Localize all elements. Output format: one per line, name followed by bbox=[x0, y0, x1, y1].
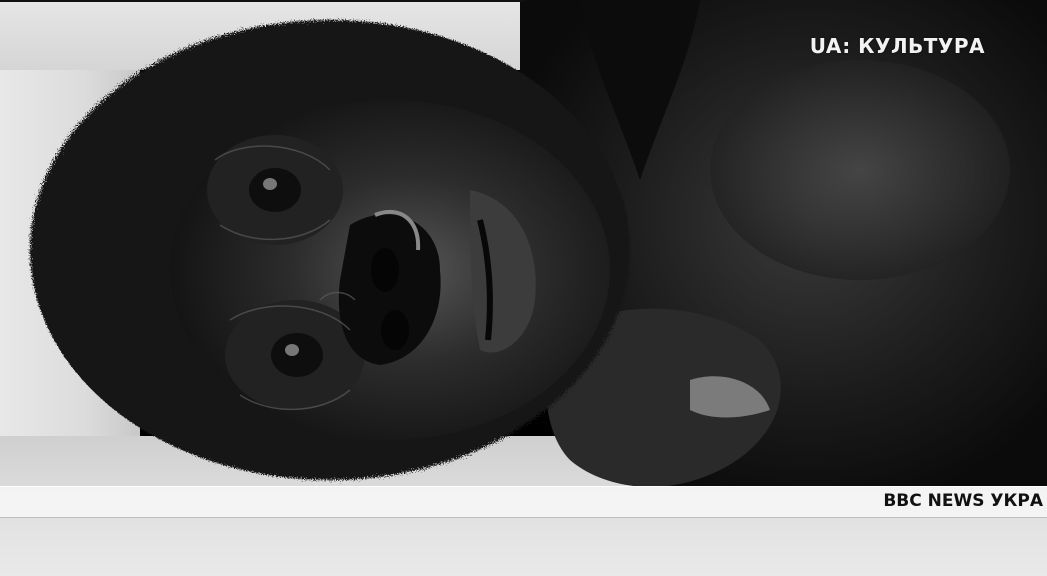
channel-logo: UA: КУЛЬТУРА bbox=[809, 34, 985, 58]
eye-lower-highlight bbox=[285, 344, 299, 356]
eye-upper-highlight bbox=[263, 178, 277, 190]
frame-top-edge bbox=[0, 0, 525, 2]
eye-upper bbox=[249, 168, 301, 212]
gorilla-chest bbox=[710, 60, 1010, 280]
nostril-1 bbox=[371, 248, 399, 292]
nostril-2 bbox=[381, 310, 409, 350]
news-ticker-bar: BBC NEWS УКРА bbox=[0, 486, 1047, 518]
video-frame: UA: КУЛЬТУРА BBC NEWS УКРА bbox=[0, 0, 1047, 576]
eye-lower bbox=[271, 333, 323, 377]
news-ticker-text: BBC NEWS УКРА bbox=[883, 491, 1043, 511]
